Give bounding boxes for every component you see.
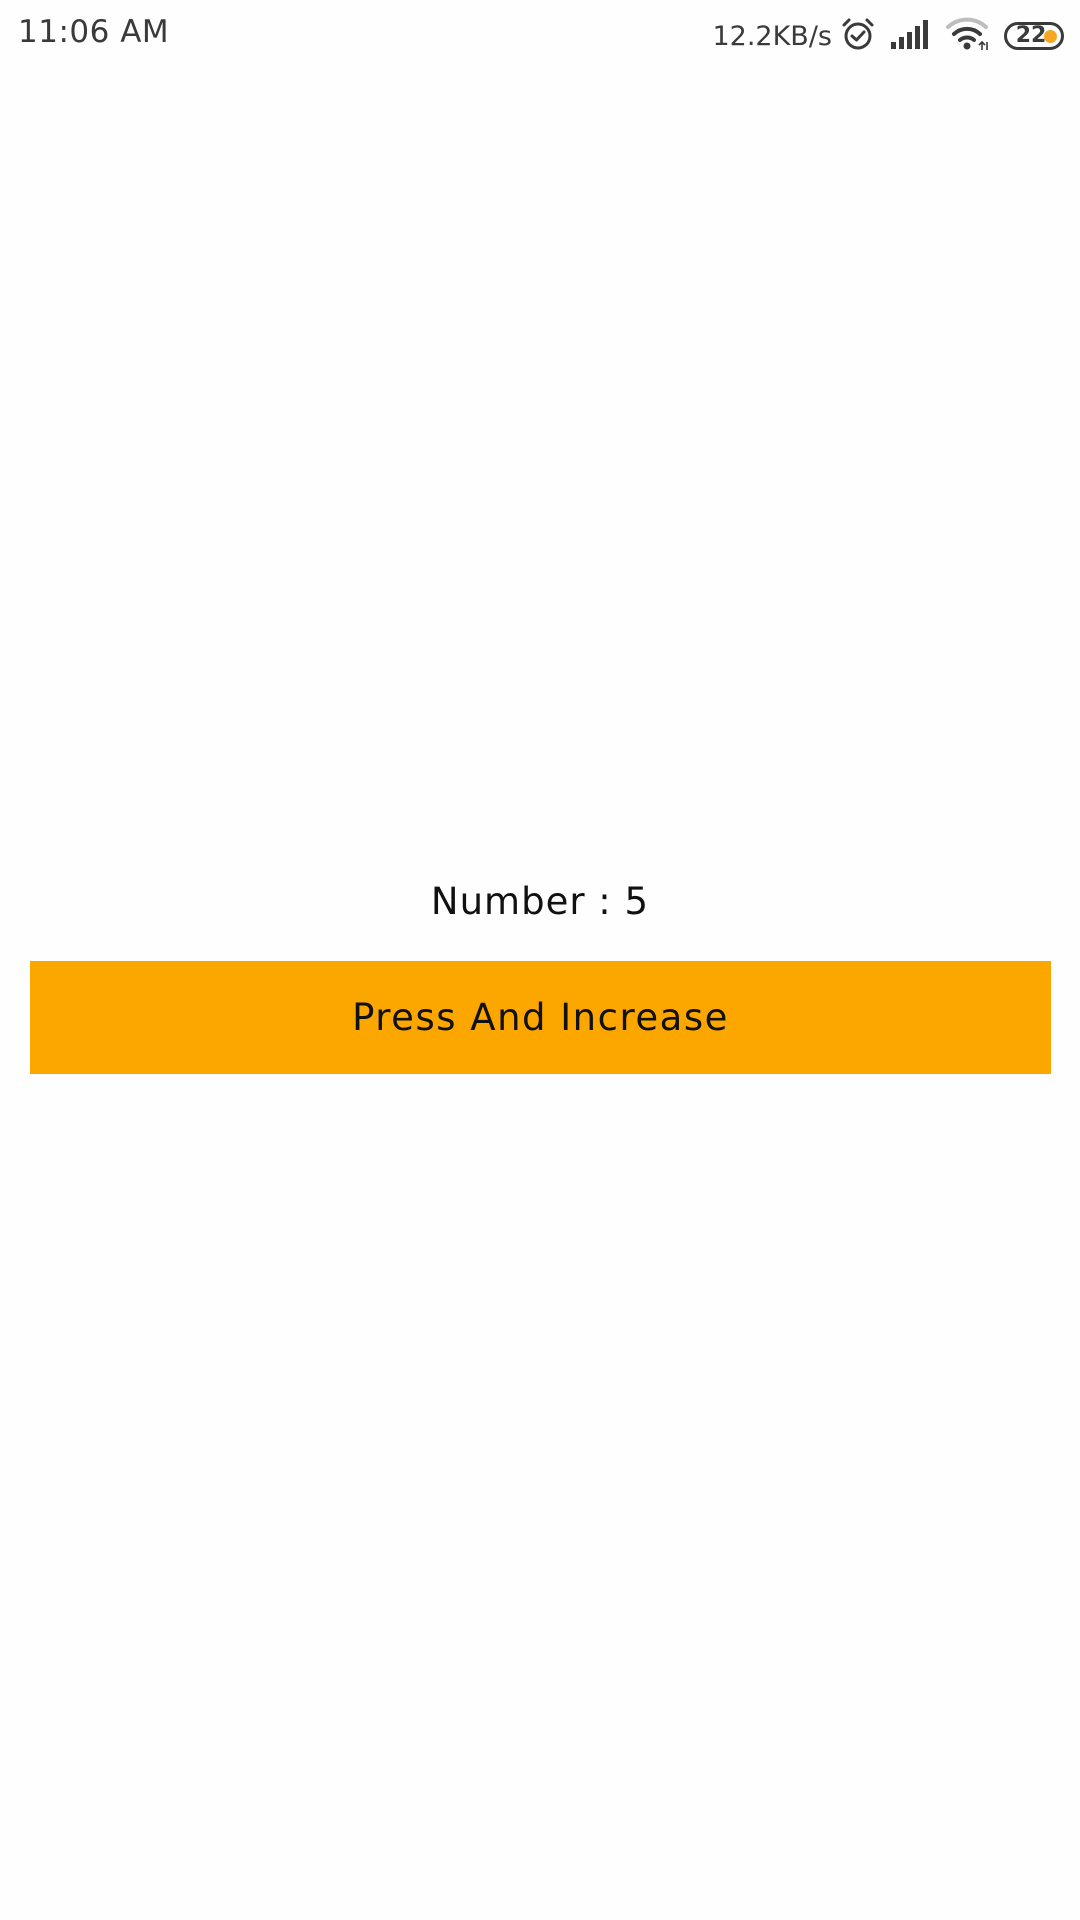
status-bar: 11:06 AM 12.2KB/s 22 [0, 0, 1080, 72]
battery-charge-dot [1044, 30, 1057, 43]
signal-icon [890, 18, 932, 54]
battery-icon: 22 [1004, 22, 1064, 50]
battery-level: 22 [1015, 23, 1047, 48]
app-screen: 11:06 AM 12.2KB/s 22 Number: 5 Press An… [0, 0, 1080, 1920]
status-time: 11:06 AM [18, 14, 170, 50]
number-display: Number : 5 [430, 880, 650, 923]
wifi-icon [946, 16, 990, 56]
press-and-increase-button[interactable]: Press And Increase [30, 961, 1051, 1074]
status-icons: 12.2KB/s 22 [712, 16, 1064, 56]
network-speed: 12.2KB/s [712, 20, 832, 52]
alarm-icon [840, 16, 876, 56]
